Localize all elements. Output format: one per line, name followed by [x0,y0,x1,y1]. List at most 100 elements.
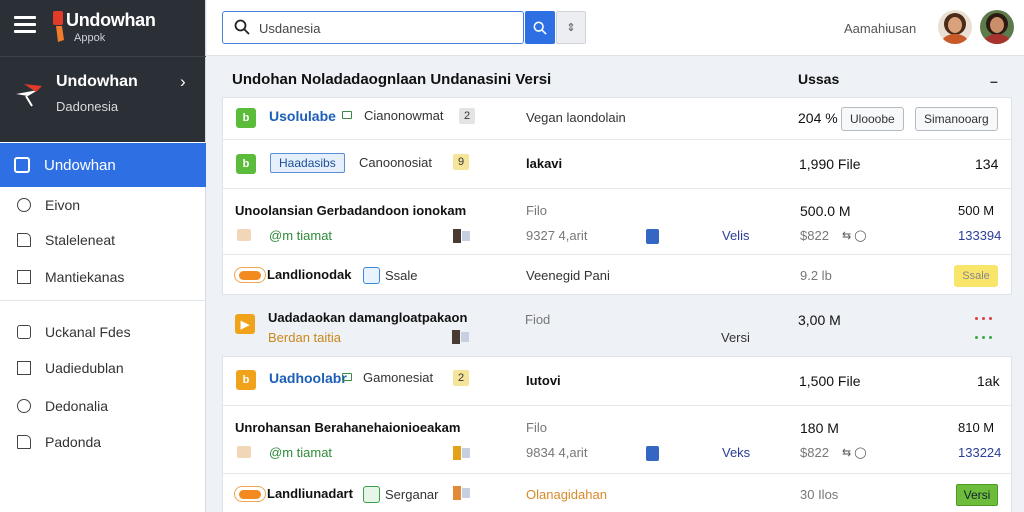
workspace-subtitle: Dadonesia [56,99,119,114]
file-size: 500.0 M [800,203,851,219]
version-label[interactable]: Velis [722,228,749,243]
share-icon [363,486,380,503]
search-button[interactable] [525,11,555,44]
table-row[interactable]: Landliunadart Serganar Olanagidahan 30 I… [223,473,1013,512]
file-type-icon: b [236,108,256,128]
table-row[interactable]: ▶ Uadadaokan damangloatpakaon Berdan tai… [222,296,1012,354]
avatar[interactable] [980,10,1014,44]
circle-icon [17,198,31,212]
play-icon: ▶ [235,314,255,334]
file-card: b Uadhoolabr Gamonesiat 2 Iutovi 1,500 F… [222,356,1013,512]
file-title[interactable]: Unrohansan Berahanehaionioeakam [235,420,460,435]
file-title[interactable]: Unoolansian Gerbadandoon ionokam [235,203,466,218]
nav-item-padonda[interactable]: Padonda [0,425,206,459]
checkbox-icon [17,270,31,284]
file-size: 1,500 File [799,373,861,389]
nav-item-label: Padonda [45,434,102,450]
table-row[interactable]: Unoolansian Gerbadandoon ionokam @m tiam… [223,188,1013,254]
file-size: 9.2 lb [800,268,832,283]
file-type-icon: b [236,154,256,174]
status-badge[interactable]: Haadasibs [270,153,345,173]
file-name[interactable]: Landlionodak [267,267,352,282]
avatar-body [984,34,1010,44]
nav-item-uckanal-fdes[interactable]: Uckanal Fdes [0,315,206,349]
nav-item-label: Uckanal Fdes [45,324,131,340]
search-input[interactable] [259,18,515,38]
folder-icon [237,229,251,241]
file-value: 204 % [798,110,838,126]
person-icon [453,486,470,500]
file-meta: 9327 4,arit [526,228,588,243]
pill-icon [234,267,266,283]
file-size: 1,990 File [799,156,861,172]
file-meta: 9834 4,arit [526,445,588,460]
file-name[interactable]: Landliunadart [267,486,353,501]
table-row[interactable]: Unrohansan Berahanehaionioeakam @m tiama… [223,405,1013,473]
row-action-button[interactable]: Ulooobe [841,107,904,131]
file-owner: @m tiamat [269,228,333,243]
version-label[interactable]: Veks [722,445,750,460]
status-tag[interactable]: Ssale [954,265,998,287]
nav-item-mantiekanas[interactable]: Mantiekanas [0,260,206,294]
sidebar: Undowhan Appok Undowhan Dadonesia › Undo… [0,0,206,512]
minimize-icon[interactable]: – [990,73,998,89]
file-owner: Canoonosiat [359,155,432,170]
avatar[interactable] [938,10,972,44]
chevron-right-icon[interactable]: › [180,72,186,92]
file-card: b Usolulabe Cianonowmat 2 Vegan laondola… [222,97,1013,296]
version-label[interactable]: Versi [721,330,750,345]
account-name[interactable]: Aamahiusan [844,21,916,36]
file-tag: Ssale [385,268,418,283]
file-id: 133394 [958,228,1002,243]
person-icon [453,446,470,460]
document-icon [646,446,659,461]
grid-icon [17,361,31,375]
top-bar: ⇕ Aamahiusan [207,0,1024,56]
file-type: lakavi [526,156,563,171]
folder-icon [237,446,251,458]
table-row[interactable]: b Usolulabe Cianonowmat 2 Vegan laondola… [223,98,1013,139]
status-tag[interactable]: Versi [956,484,998,506]
nav-item-staleleneat[interactable]: Staleleneat [0,223,206,257]
nav-divider [0,300,206,301]
location-icon [17,399,31,413]
table-row[interactable]: b Uadhoolabr Gamonesiat 2 Iutovi 1,500 F… [223,357,1013,405]
dropdown-icon[interactable]: ⇕ [556,11,586,44]
nav-item-eivon[interactable]: Eivon [0,188,206,222]
file-size: 30 Ilos [800,487,839,502]
person-icon [453,229,470,243]
file-size-right: 500 M [958,203,995,218]
workspace-name[interactable]: Undowhan [56,73,138,91]
app-subtitle: Appok [74,32,106,44]
file-count: 134 [975,156,999,172]
file-name[interactable]: Uadhoolabr [269,370,347,386]
file-owner: Gamonesiat [363,370,434,385]
menu-icon[interactable] [14,16,36,34]
file-desc: Vegan laondolain [526,110,626,125]
row-secondary-button[interactable]: Simanooarg [915,107,998,131]
file-subtitle: Berdan taitia [268,330,341,345]
file-count: 1ak [977,373,1000,389]
nav-item-active[interactable]: Undowhan [0,143,206,187]
file-kind: Filo [526,420,547,435]
count-chip: 2 [453,370,470,386]
file-type-icon: b [236,370,256,390]
tag-icon [17,325,31,339]
table-row[interactable]: b Haadasibs Canoonosiat 9 lakavi 1,990 F… [223,139,1013,188]
file-title[interactable]: Uadadaokan damangloatpakaon [268,310,467,325]
pill-icon [234,486,266,502]
file-type: Iutovi [526,373,561,388]
app-title: Undowhan [66,10,156,30]
flag-logo-icon [16,84,42,107]
file-kind: Fiod [525,312,551,327]
nav-item-dedonalia[interactable]: Dedonalia [0,389,206,423]
document-icon [17,233,31,247]
table-row[interactable]: Landlionodak Ssale Veenegid Pani 9.2 lb … [223,254,1013,296]
nav-item-uadiedublan[interactable]: Uadiedublan [0,351,206,385]
file-size-right: 810 M [958,420,995,435]
currency-icon: ⇆ ◯ [842,230,867,242]
file-name[interactable]: Usolulabe [269,108,336,124]
count-chip: 2 [459,108,476,124]
search-box[interactable] [222,11,524,44]
search-icon [533,21,547,35]
